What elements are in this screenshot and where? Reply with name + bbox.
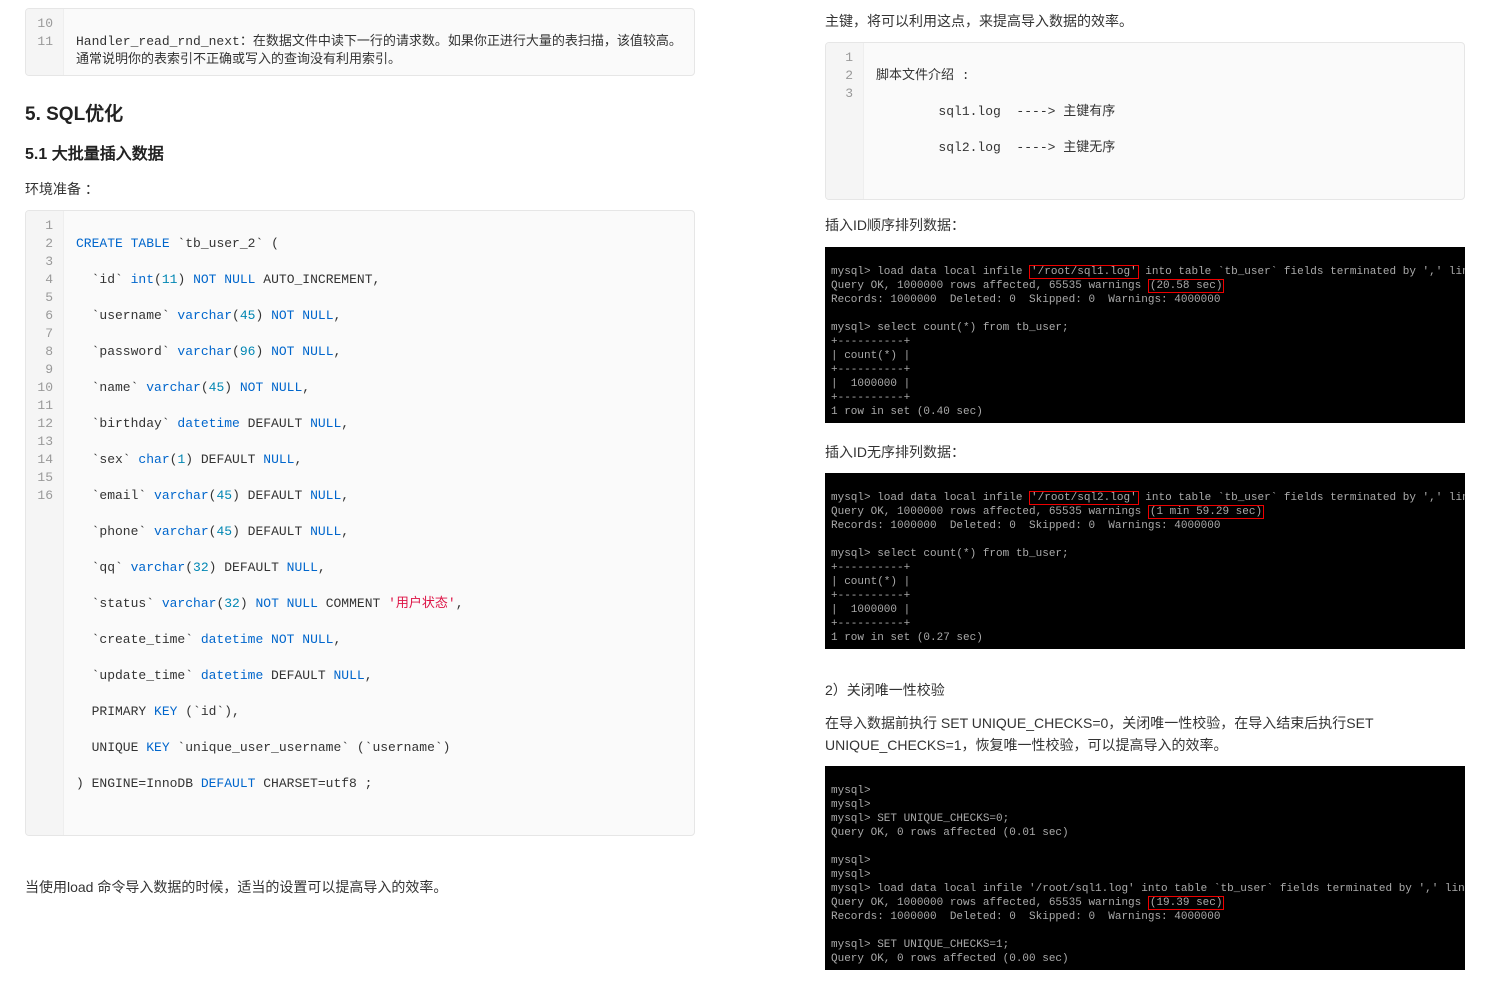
ordered-title: 插入ID顺序排列数据： [825,214,1465,236]
hl-time-ordered: (20.58 sec) [1148,279,1225,293]
code-body: CREATE TABLE `tb_user_2` ( `id` int(11) … [64,211,694,835]
terminal-unique-checks: mysql> mysql> mysql> SET UNIQUE_CHECKS=0… [825,766,1465,970]
line-gutter: 1 2 3 [826,43,864,199]
terminal-unordered: mysql> load data local infile '/root/sql… [825,473,1465,649]
terminal-ordered: mysql> load data local infile '/root/sql… [825,247,1465,423]
line-gutter: 10 11 [26,9,64,75]
hl-time-unique: (19.39 sec) [1148,896,1225,910]
code-body: Handler_read_rnd_next：在数据文件中读下一行的请求数。如果你… [64,9,694,75]
hl-sql2-path: '/root/sql2.log' [1029,491,1139,505]
unique-check-text: 在导入数据前执行 SET UNIQUE_CHECKS=0，关闭唯一性校验，在导入… [825,712,1465,757]
code-block-handler-read: 10 11 Handler_read_rnd_next：在数据文件中读下一行的请… [25,8,695,76]
hl-time-unordered: (1 min 59.29 sec) [1148,505,1264,519]
code-block-create-table: 12345678910111213141516 CREATE TABLE `tb… [25,210,695,836]
right-column: 主键，将可以利用这点，来提高导入数据的效率。 1 2 3 脚本文件介绍 : sq… [825,0,1465,988]
left-column: 10 11 Handler_read_rnd_next：在数据文件中读下一行的请… [25,0,695,988]
load-note: 当使用load 命令导入数据的时候，适当的设置可以提高导入的效率。 [25,876,695,898]
heading-sql-optimization: 5. SQL优化 [25,100,695,130]
unordered-title: 插入ID无序排列数据： [825,441,1465,463]
env-prepare-label: 环境准备 ： [25,178,695,200]
line-gutter: 12345678910111213141516 [26,211,64,835]
code-block-script-intro: 1 2 3 脚本文件介绍 : sql1.log ----> 主键有序 sql2.… [825,42,1465,200]
pk-intro: 主键，将可以利用这点，来提高导入数据的效率。 [825,10,1465,32]
unique-check-title: 2）关闭唯一性校验 [825,679,1465,701]
code-body: 脚本文件介绍 : sql1.log ----> 主键有序 sql2.log --… [864,43,1464,199]
heading-bulk-insert: 5.1 大批量插入数据 [25,142,695,168]
hl-sql1-path: '/root/sql1.log' [1029,265,1139,279]
